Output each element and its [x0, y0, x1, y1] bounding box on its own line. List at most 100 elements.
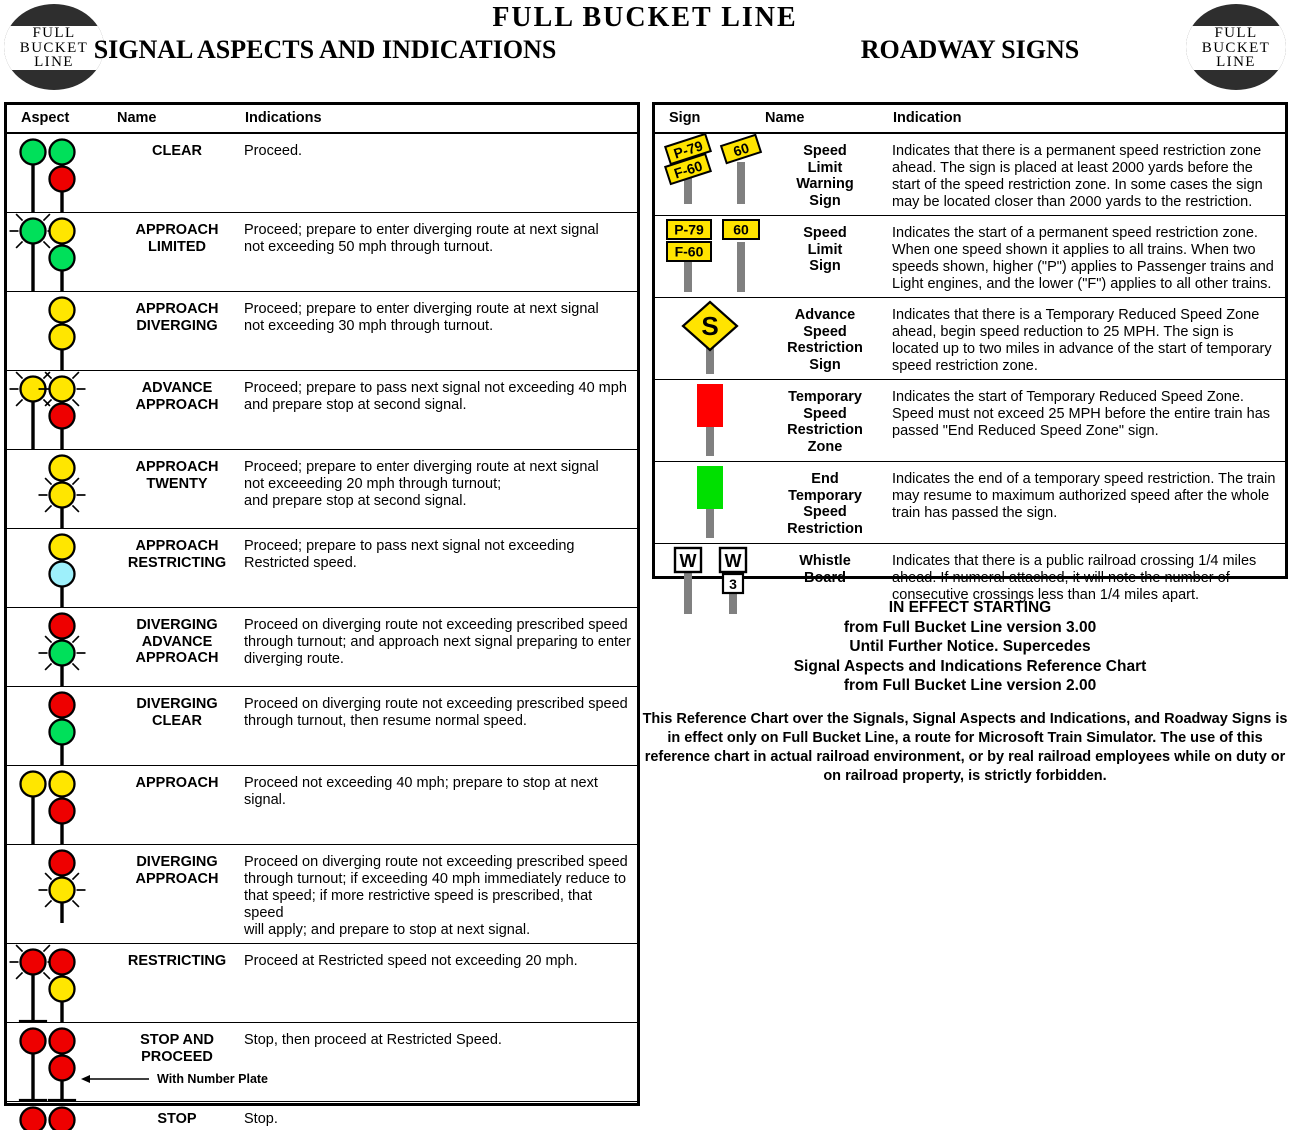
aspect-cell — [7, 766, 117, 844]
col-header-indications: Indications — [245, 110, 322, 126]
sign-name: Speed Limit Sign — [803, 225, 847, 274]
aspect-name: APPROACH DIVERGING — [135, 301, 219, 334]
svg-text:P-79: P-79 — [674, 222, 704, 238]
signal-aspect-row: DIVERGING APPROACH Proceed on diverging r… — [7, 845, 637, 944]
aspect-name: DIVERGING ADVANCE APPROACH — [135, 617, 219, 666]
signal-aspect-row: APPROACH TWENTY Proceed; prepare to enter… — [7, 450, 637, 529]
logo-line-3: LINE — [34, 54, 74, 71]
sign-cell: P-79 F-60 60 — [655, 132, 765, 215]
roadway-sign-row: Temporary Speed Restriction Zone Indicate… — [655, 380, 1285, 462]
sign-cell: S — [655, 298, 765, 379]
aspect-indication: Proceed; prepare to enter diverging rout… — [244, 459, 599, 509]
aspect-name: APPROACH — [135, 775, 219, 791]
aspect-cell — [7, 450, 117, 528]
signal-aspect-diagram — [9, 371, 86, 449]
signal-aspect-diagram — [48, 296, 76, 370]
signal-aspect-row: APPROACH RESTRICTING Proceed; prepare to … — [7, 529, 637, 608]
aspect-name: STOP — [157, 1111, 197, 1127]
aspect-cell — [7, 213, 117, 291]
logo-line-2: BUCKET — [1201, 39, 1271, 56]
signals-header-row: Aspect Name Indications — [7, 105, 637, 134]
roadway-sign-row: P-79 F-60 60 Speed Limit Warning Sign Indica… — [655, 132, 1285, 216]
sign-name: Temporary Speed Restriction Zone — [787, 389, 863, 455]
aspect-name: STOP AND PROCEED With Number Plate — [81, 1023, 268, 1101]
signal-aspect-diagram — [9, 944, 76, 1022]
roadway-sign-diagram — [697, 466, 723, 538]
signal-aspect-diagram — [18, 1027, 77, 1101]
svg-text:F-60: F-60 — [675, 244, 704, 260]
sign-cell: P-79 F-60 60 — [655, 216, 765, 297]
sign-indication: Indicates that there is a permanent spee… — [892, 143, 1263, 210]
roadway-sign-row: P-79 F-60 60 Speed Limit Sign Indicates the … — [655, 216, 1285, 298]
col-header-name: Name — [765, 110, 805, 126]
signal-aspect-row: DIVERGING CLEAR Proceed on diverging rout… — [7, 687, 637, 766]
col-header-aspect: Aspect — [21, 110, 70, 126]
signs-header-row: Sign Name Indication — [655, 105, 1285, 134]
sign-name: Speed Limit Warning Sign — [796, 143, 854, 209]
signal-aspect-diagram — [19, 138, 76, 212]
svg-text:W: W — [680, 551, 697, 571]
signs-section-title: ROADWAY SIGNS — [860, 35, 1080, 64]
signal-aspect-row: ADVANCE APPROACH Proceed; prepare to pass… — [7, 371, 637, 450]
aspect-name: APPROACH TWENTY — [135, 459, 219, 492]
signal-aspect-diagram — [48, 533, 76, 607]
logo-line-3: LINE — [1216, 54, 1256, 71]
roadway-sign-row: End Temporary Speed Restriction Indicates… — [655, 462, 1285, 544]
col-header-sign: Sign — [669, 110, 701, 126]
aspect-name: CLEAR — [152, 143, 202, 159]
sign-indication: Indicates the start of Temporary Reduced… — [892, 389, 1271, 439]
aspect-indication: Stop. — [244, 1111, 278, 1127]
aspect-indication: Proceed. — [244, 143, 303, 159]
svg-text:3: 3 — [729, 576, 737, 592]
logo-line-2: BUCKET — [19, 39, 89, 56]
aspect-cell — [7, 292, 117, 370]
signal-aspect-diagram — [38, 849, 86, 923]
aspect-name: ADVANCE APPROACH — [135, 380, 219, 413]
aspect-indication: Proceed on diverging route not exceeding… — [244, 854, 628, 938]
svg-text:W: W — [725, 551, 742, 571]
sign-name: Advance Speed Restriction Sign — [787, 307, 863, 373]
signal-aspect-diagram — [9, 213, 76, 291]
effect-notice: IN EFFECT STARTING from Full Bucket Line… — [793, 599, 1147, 694]
roadway-sign-diagram — [697, 384, 723, 456]
col-header-indication: Indication — [893, 110, 962, 126]
signal-aspect-diagram — [19, 770, 76, 844]
signal-aspect-row: STOP AND PROCEED With Number Plate Stop, t… — [7, 1023, 637, 1102]
aspect-cell — [7, 1102, 117, 1130]
aspect-cell — [7, 608, 117, 686]
aspect-cell — [7, 944, 117, 1022]
aspect-cell — [7, 529, 117, 607]
signal-aspect-diagram — [38, 612, 86, 686]
sign-cell — [655, 462, 765, 543]
page-title: FULL BUCKET LINE — [492, 2, 798, 33]
signal-aspect-diagram — [38, 454, 86, 528]
roadway-sign-row: S Advance Speed Restriction Sign Indicates… — [655, 298, 1285, 380]
arrow-left-icon — [81, 1075, 149, 1084]
reference-chart-page: FULL BUCKET LINE FULL BUCKET LINE FULL B… — [0, 0, 1290, 1130]
aspect-indication: Proceed on diverging route not exceeding… — [244, 696, 628, 729]
aspect-cell — [7, 134, 117, 212]
svg-text:60: 60 — [733, 222, 749, 238]
roadway-sign-diagram: P-79 F-60 60 — [666, 219, 760, 292]
aspect-indication: Proceed on diverging route not exceeding… — [244, 617, 631, 667]
aspect-indication: Proceed; prepare to enter diverging rout… — [244, 301, 599, 334]
roadway-sign-diagram: S — [681, 300, 739, 374]
signal-aspect-row: APPROACH LIMITED Proceed; prepare to ente… — [7, 213, 637, 292]
signal-aspect-row: STOP Stop. — [7, 1102, 637, 1130]
aspect-indication: Proceed; prepare to enter diverging rout… — [244, 222, 599, 255]
aspect-indication: Proceed; prepare to pass next signal not… — [244, 538, 575, 571]
aspect-name: DIVERGING APPROACH — [135, 854, 219, 887]
aspect-name: APPROACH RESTRICTING — [127, 538, 227, 571]
aspect-indication: Proceed; prepare to pass next signal not… — [244, 380, 627, 413]
aspect-indication: Stop, then proceed at Restricted Speed. — [244, 1032, 502, 1048]
signal-aspect-diagram — [19, 1106, 76, 1130]
roadway-signs-table: Sign Name Indication P-79 F-60 60 Speed Lim… — [652, 102, 1288, 614]
col-header-name: Name — [117, 110, 157, 126]
sign-indication: Indicates the end of a temporary speed r… — [892, 471, 1276, 521]
signal-aspects-table: Aspect Name Indications CLEAR Proceed. APP… — [4, 102, 640, 1130]
svg-text:S: S — [701, 311, 718, 341]
signals-section-title: SIGNAL ASPECTS AND INDICATIONS — [93, 35, 557, 64]
aspect-cell — [7, 845, 117, 943]
sign-indication: Indicates that there is a Temporary Redu… — [892, 307, 1272, 374]
aspect-name: RESTRICTING — [127, 953, 227, 969]
